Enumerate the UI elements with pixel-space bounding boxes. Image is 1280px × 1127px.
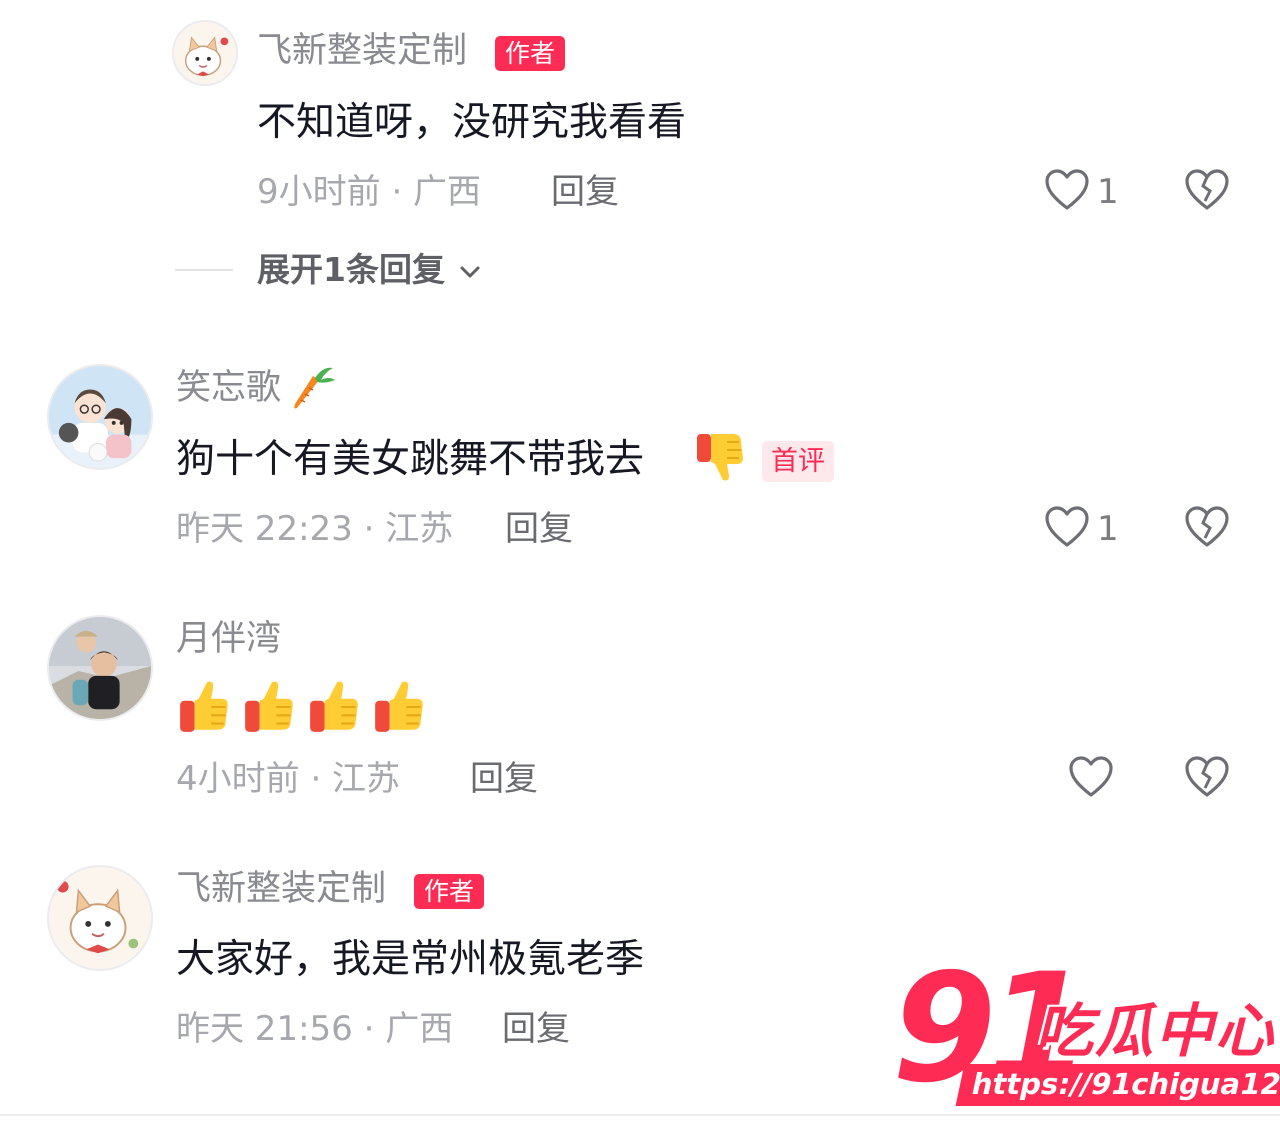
avatar[interactable] <box>47 364 153 470</box>
commenter-name[interactable]: 笑忘歌 <box>176 371 281 406</box>
dislike-broken-heart-icon[interactable] <box>1184 755 1230 799</box>
like-count: 1 <box>1097 509 1119 549</box>
comment-text: 不知道呀，没研究我看看 <box>257 100 687 145</box>
cat-avatar-icon <box>49 867 151 969</box>
reply-button[interactable]: 回复 <box>551 175 619 209</box>
comment-meta: 昨天 22:23 · 江苏 <box>176 509 454 549</box>
commenter-name[interactable]: 飞新整装定制 <box>257 34 467 69</box>
reply-button[interactable]: 回复 <box>502 1012 570 1046</box>
expand-divider <box>175 269 233 271</box>
like-heart-icon[interactable] <box>1068 755 1114 799</box>
thumbs-up-emoji <box>245 681 293 732</box>
carrot-emoji <box>294 367 335 409</box>
list-bottom-divider <box>0 1114 1280 1116</box>
like-heart-icon[interactable] <box>1044 505 1090 549</box>
avatar[interactable] <box>172 20 238 86</box>
avatar[interactable] <box>47 615 153 721</box>
watermark-url: https://91chigua12.com <box>955 1064 1280 1106</box>
comment-meta: 9小时前 · 广西 <box>257 172 482 212</box>
author-badge: 作者 <box>414 874 485 909</box>
thumbs-up-emoji <box>310 681 358 732</box>
commenter-name[interactable]: 月伴湾 <box>176 622 281 657</box>
photo-avatar-icon <box>49 617 151 719</box>
expand-replies-button[interactable]: 展开1条回复 <box>257 253 482 286</box>
dislike-broken-heart-icon[interactable] <box>1184 505 1230 549</box>
reply-button[interactable]: 回复 <box>470 762 538 796</box>
chevron-down-icon <box>460 266 480 277</box>
commenter-name[interactable]: 飞新整装定制 <box>176 872 386 907</box>
couple-cartoon-avatar-icon <box>49 366 151 468</box>
comment-text: 狗十个有美女跳舞不带我去 <box>176 437 645 482</box>
comment-emoji-row <box>176 678 436 736</box>
avatar[interactable] <box>47 865 153 971</box>
watermark-title: 吃瓜中心 <box>1035 997 1276 1065</box>
comment-meta: 4小时前 · 江苏 <box>176 759 401 799</box>
comment-text: 大家好，我是常州极氪老季 <box>176 937 645 982</box>
first-comment-badge: 首评 <box>762 441 834 482</box>
thumbs-up-emoji <box>180 681 228 732</box>
thumbs-down-emoji <box>697 434 743 481</box>
reply-button[interactable]: 回复 <box>505 512 573 546</box>
dislike-broken-heart-icon[interactable] <box>1184 168 1230 212</box>
cat-avatar-icon <box>174 22 236 84</box>
like-heart-icon[interactable] <box>1044 168 1090 212</box>
thumbs-up-emoji <box>375 681 423 732</box>
comment-meta: 昨天 21:56 · 广西 <box>176 1009 454 1049</box>
expand-replies-label: 展开1条回复 <box>257 250 445 289</box>
author-badge: 作者 <box>495 36 566 71</box>
like-count: 1 <box>1097 172 1119 212</box>
